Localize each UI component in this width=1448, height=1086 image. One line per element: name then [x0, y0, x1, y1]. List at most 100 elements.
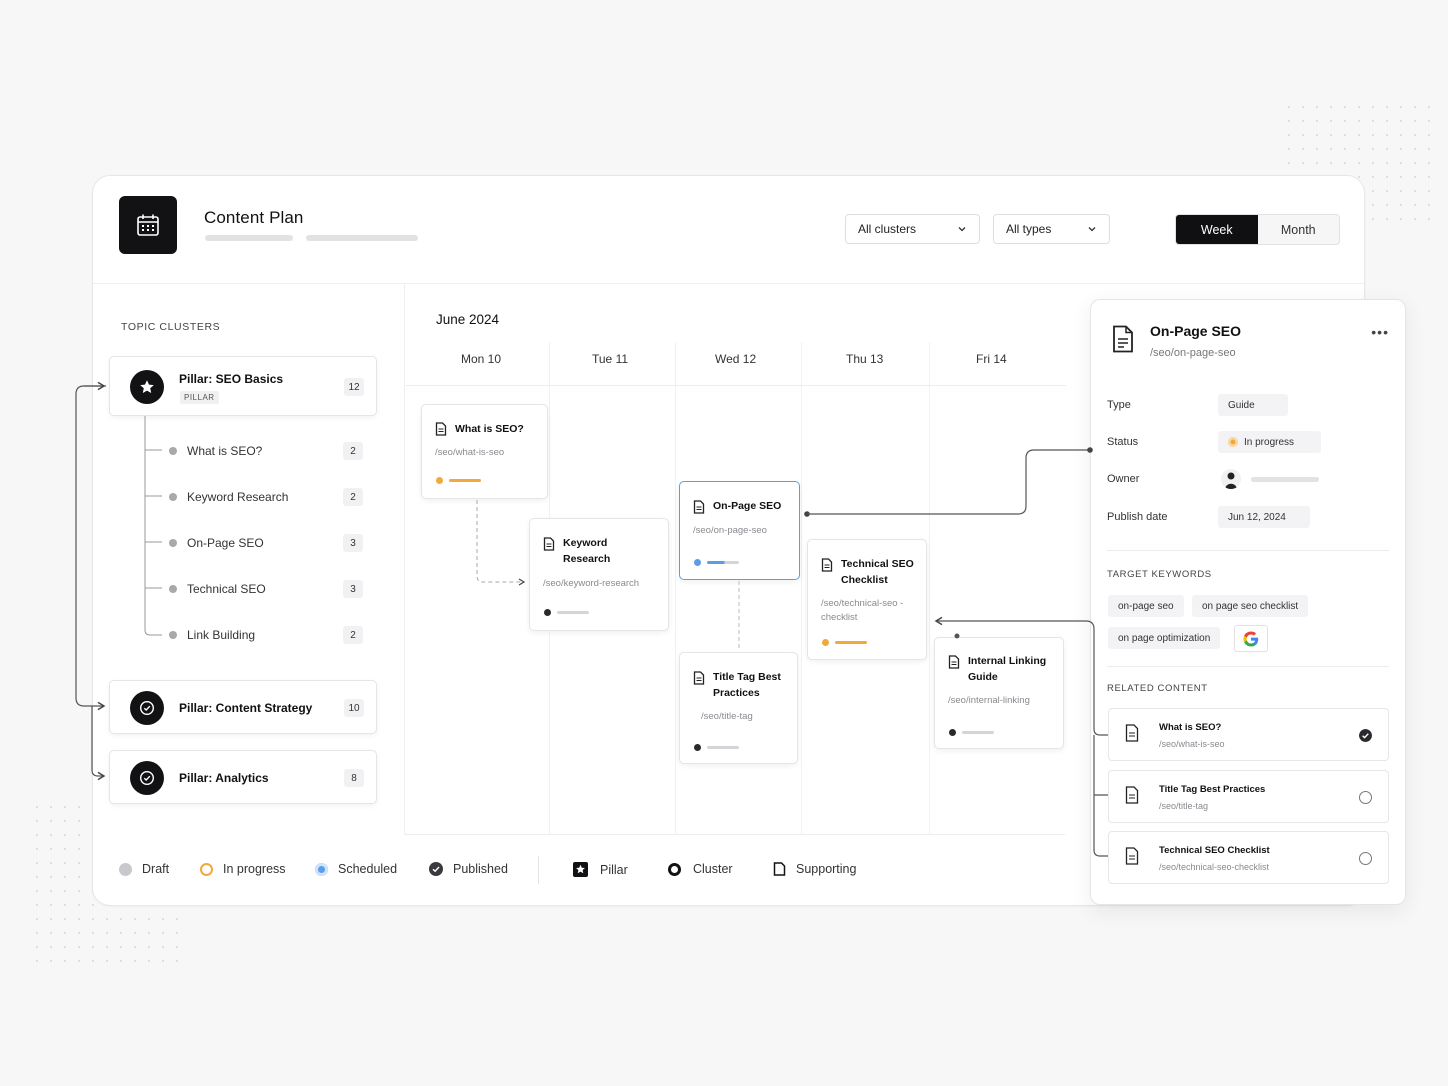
in-progress-status-dot — [822, 639, 829, 646]
related-title: Title Tag Best Practices — [1159, 784, 1266, 795]
document-icon — [1113, 325, 1133, 353]
progress-bar — [962, 731, 994, 734]
document-icon — [821, 558, 833, 572]
cluster-item-count: 3 — [343, 580, 363, 598]
card-path: /seo/what-is-seo — [435, 447, 505, 458]
type-label: Type — [1107, 399, 1131, 411]
progress-bar — [835, 641, 867, 644]
draft-status-dot — [694, 744, 701, 751]
cluster-item[interactable]: Technical SEO 3 — [169, 579, 365, 599]
week-view-button[interactable]: Week — [1176, 215, 1258, 244]
related-title: Technical SEO Checklist — [1159, 845, 1270, 856]
cluster-item-label: Link Building — [187, 628, 256, 642]
in-progress-status-icon — [1228, 437, 1238, 447]
pillar-title: Pillar: SEO Basics — [179, 372, 284, 386]
content-card-what-is-seo[interactable]: What is SEO? /seo/what-is-seo — [421, 404, 548, 499]
status-dot — [169, 585, 177, 593]
cluster-item-count: 2 — [343, 442, 363, 460]
legend-label: In progress — [223, 862, 286, 876]
status-chip[interactable]: In progress — [1218, 431, 1321, 453]
empty-circle-icon[interactable] — [1359, 852, 1372, 865]
keyword-chip[interactable]: on page optimization — [1108, 627, 1221, 649]
content-card-internal-linking[interactable]: Internal Linking Guide /seo/internal-lin… — [934, 637, 1064, 749]
day-header: Tue 11 — [592, 352, 629, 366]
cluster-item-count: 2 — [343, 488, 363, 506]
page-title: Content Plan — [204, 208, 304, 227]
draft-status-dot — [949, 729, 956, 736]
document-icon — [1125, 724, 1139, 742]
cluster-item[interactable]: On-Page SEO 3 — [169, 533, 365, 553]
related-path: /seo/title-tag — [1159, 801, 1209, 811]
pillar-content-strategy[interactable]: Pillar: Content Strategy 10 — [109, 680, 377, 734]
content-card-keyword-research[interactable]: Keyword Research /seo/keyword-research — [529, 518, 669, 631]
scheduled-dot-icon — [315, 862, 328, 876]
content-card-on-page-seo-selected[interactable]: On-Page SEO /seo/on-page-seo — [679, 481, 800, 580]
legend-label: Cluster — [693, 862, 733, 876]
cluster-item[interactable]: What is SEO? 2 — [169, 441, 365, 461]
pillar-count: 10 — [344, 699, 364, 717]
pillar-check-badge — [130, 761, 164, 795]
pillar-tag: PILLAR — [180, 391, 219, 404]
published-check-icon — [1359, 729, 1372, 742]
progress-bar — [557, 611, 589, 614]
content-card-title-tag[interactable]: Title Tag Best Practices /seo/title-tag — [679, 652, 798, 764]
document-icon — [543, 537, 555, 551]
legend-scheduled: Scheduled — [315, 862, 397, 876]
card-path: /seo/keyword-research — [543, 578, 640, 589]
related-item[interactable]: Title Tag Best Practices /seo/title-tag — [1108, 770, 1389, 823]
status-dot — [169, 539, 177, 547]
legend-label: Pillar — [600, 862, 628, 877]
cluster-item-label: Technical SEO — [187, 582, 266, 596]
keyword-chip[interactable]: on page seo checklist — [1192, 595, 1309, 617]
calendar-logo-icon — [119, 196, 177, 254]
card-title: Technical SEO Checklist — [841, 558, 914, 586]
month-label: June 2024 — [436, 312, 500, 327]
person-avatar-icon — [1225, 472, 1237, 489]
card-title: Title Tag Best Practices — [713, 671, 781, 699]
cluster-item[interactable]: Keyword Research 2 — [169, 487, 365, 507]
pillar-analytics[interactable]: Pillar: Analytics 8 — [109, 750, 377, 804]
month-view-button[interactable]: Month — [1258, 215, 1340, 244]
chevron-down-icon — [1088, 227, 1096, 232]
related-item[interactable]: What is SEO? /seo/what-is-seo — [1108, 708, 1389, 761]
related-item[interactable]: Technical SEO Checklist /seo/technical-s… — [1108, 831, 1389, 884]
column-divider — [675, 342, 676, 835]
pillar-count: 12 — [344, 378, 364, 396]
card-path: /seo/on-page-seo — [693, 525, 767, 536]
keyword-chip[interactable]: on-page seo — [1108, 595, 1184, 617]
cluster-item[interactable]: Link Building 2 — [169, 625, 365, 645]
topic-clusters-sidebar: TOPIC CLUSTERS Pillar: SEO Basics PILLAR… — [93, 284, 405, 835]
publish-date-chip[interactable]: Jun 12, 2024 — [1218, 506, 1310, 528]
panel-title: On-Page SEO — [1150, 323, 1242, 339]
cluster-filter-value: All clusters — [858, 222, 917, 236]
publish-date-label: Publish date — [1107, 511, 1168, 523]
supporting-doc-icon — [773, 862, 786, 876]
status-value: In progress — [1244, 436, 1295, 448]
more-options-icon[interactable]: ••• — [1371, 325, 1389, 339]
content-card-technical-seo-checklist[interactable]: Technical SEO Checklist /seo/technical-s… — [807, 539, 927, 660]
card-title: Internal Linking Guide — [968, 655, 1047, 683]
day-header: Mon 10 — [461, 352, 502, 366]
empty-circle-icon[interactable] — [1359, 791, 1372, 804]
published-check-icon — [429, 862, 443, 876]
cluster-item-label: Keyword Research — [187, 490, 289, 504]
type-filter-select[interactable]: All types — [993, 214, 1110, 244]
cluster-item-count: 3 — [343, 534, 363, 552]
check-circle-icon — [139, 770, 155, 786]
card-title: What is SEO? — [455, 423, 524, 435]
pillar-title: Pillar: Analytics — [179, 771, 269, 785]
progress-bar — [707, 746, 739, 749]
draft-dot-icon — [119, 862, 132, 876]
day-header: Fri 14 — [976, 352, 1007, 366]
add-keyword-google-icon[interactable] — [1234, 625, 1268, 652]
legend-label: Draft — [142, 862, 170, 876]
legend-label: Supporting — [796, 862, 857, 876]
pillar-seo-basics[interactable]: Pillar: SEO Basics PILLAR 12 — [109, 356, 377, 416]
top-bar: Content Plan All clusters All types Week… — [93, 176, 1364, 284]
chevron-down-icon — [958, 227, 966, 232]
legend-label: Published — [453, 862, 508, 876]
cluster-filter-select[interactable]: All clusters — [845, 214, 980, 244]
check-circle-icon — [139, 700, 155, 716]
column-divider — [929, 342, 930, 835]
related-heading: RELATED CONTENT — [1107, 683, 1208, 694]
